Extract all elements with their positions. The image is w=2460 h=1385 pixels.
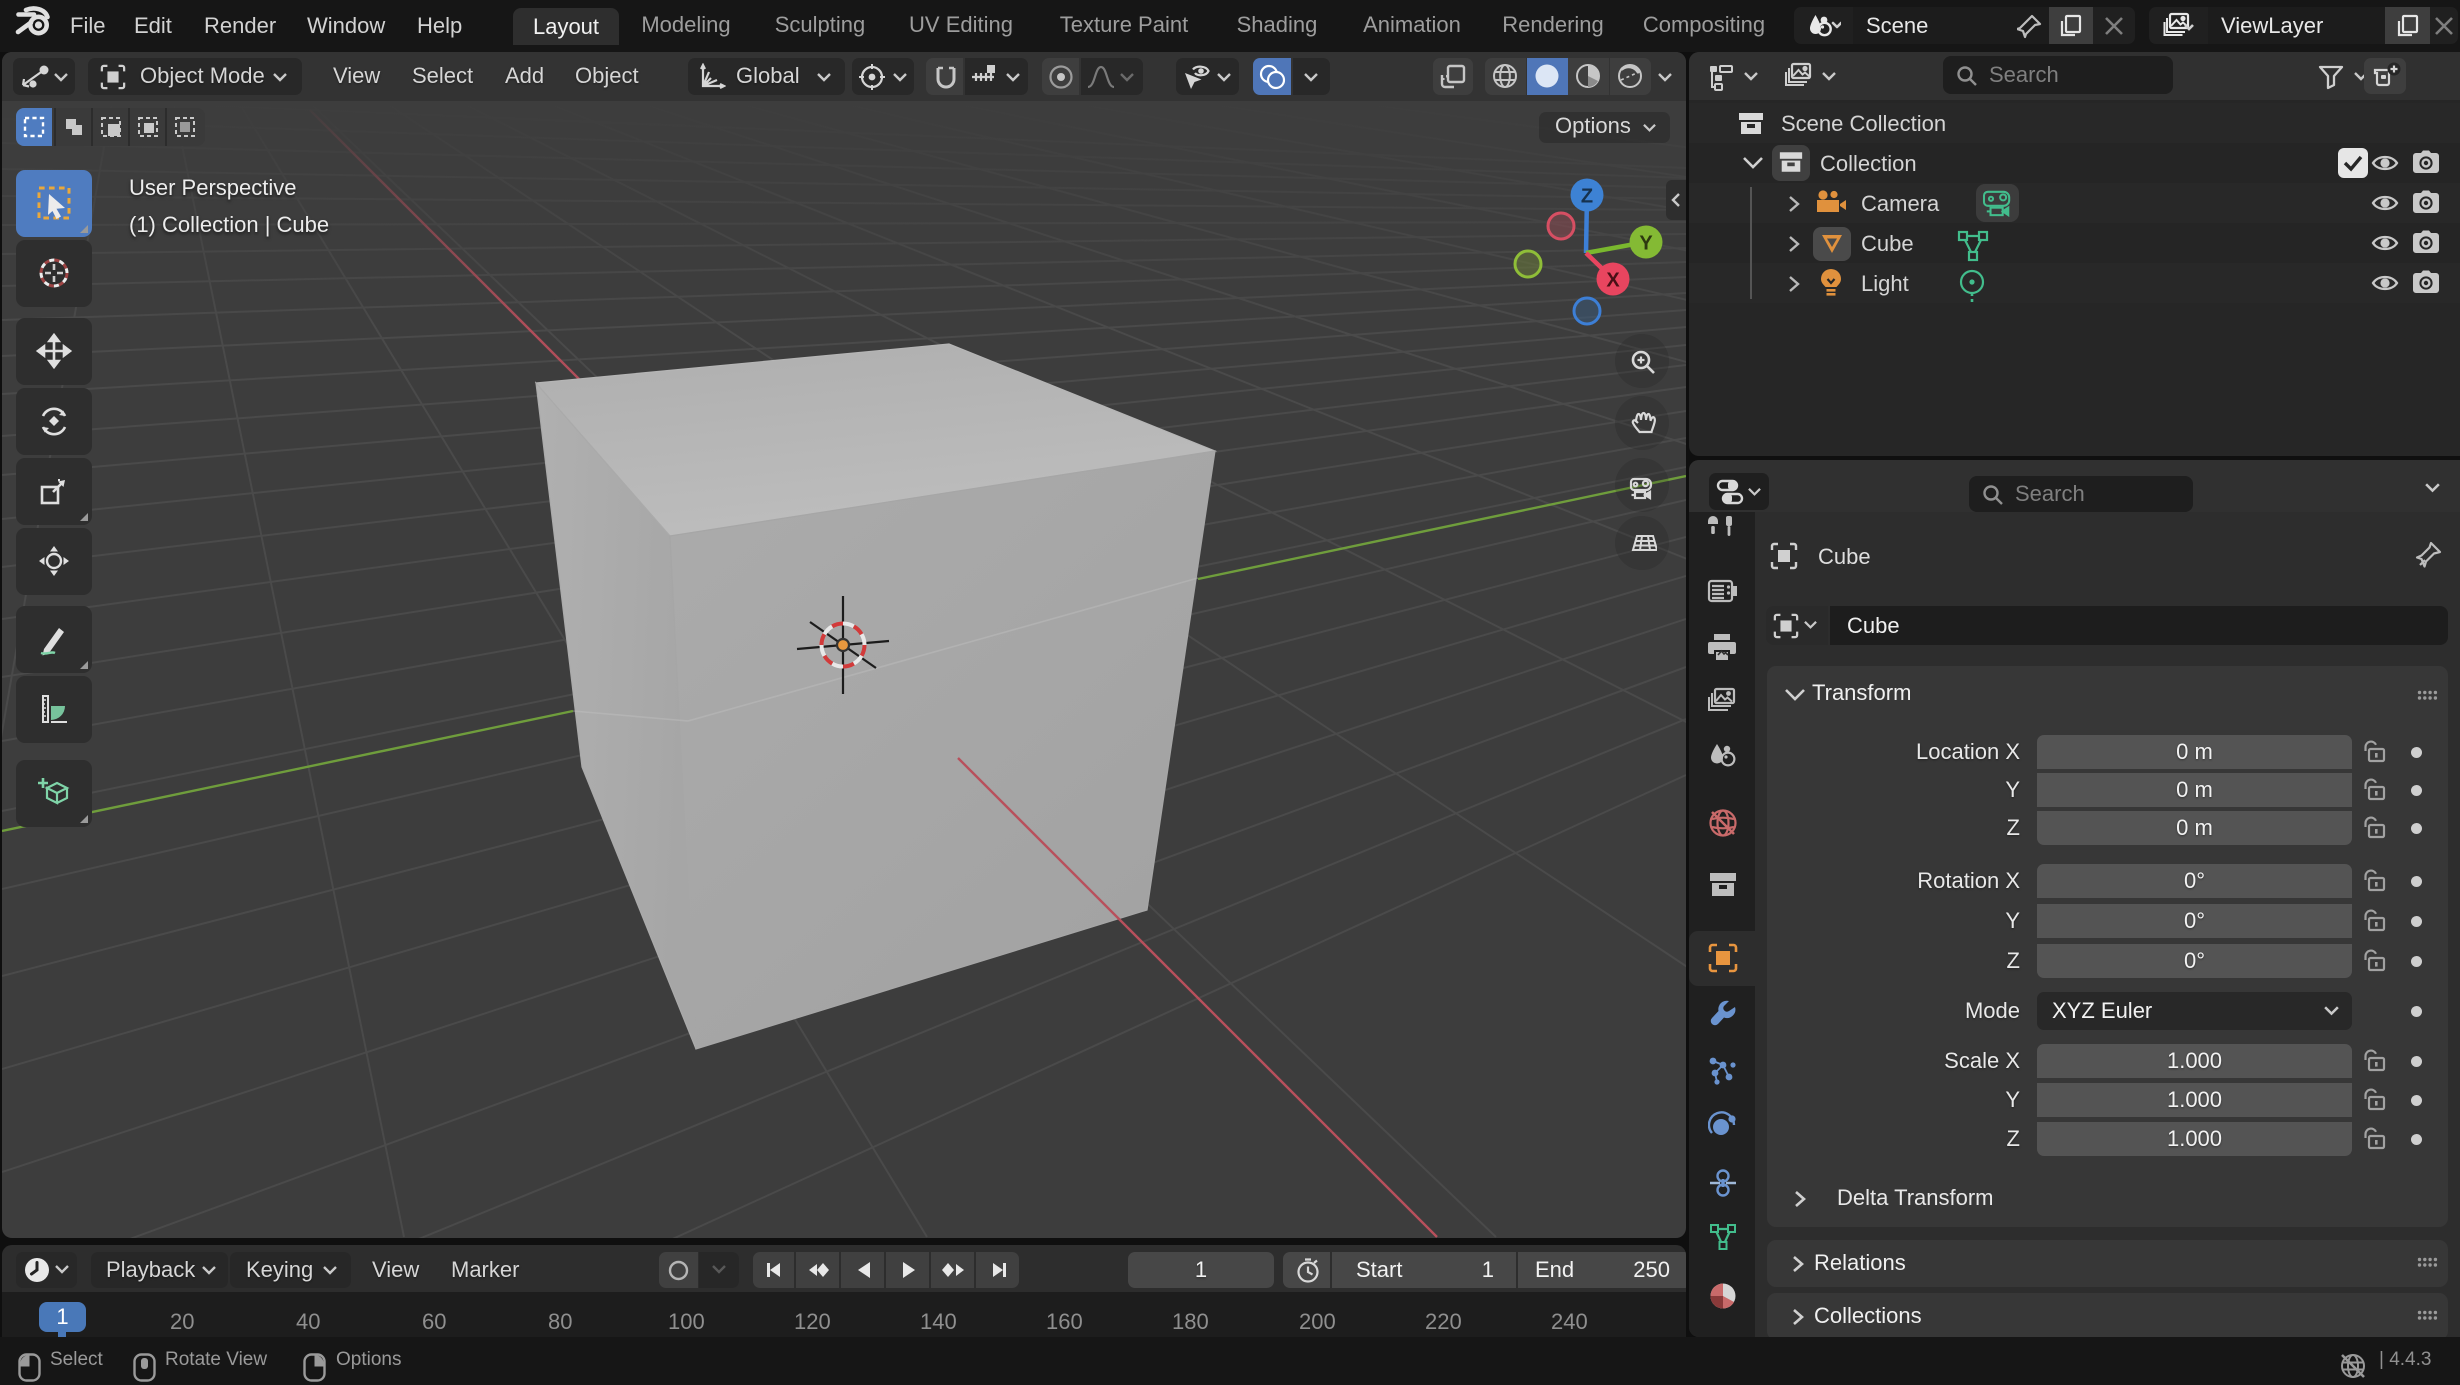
svg-text:Z: Z — [1581, 186, 1593, 208]
svg-text:X: X — [1606, 270, 1620, 292]
svg-text:Y: Y — [1639, 233, 1653, 255]
